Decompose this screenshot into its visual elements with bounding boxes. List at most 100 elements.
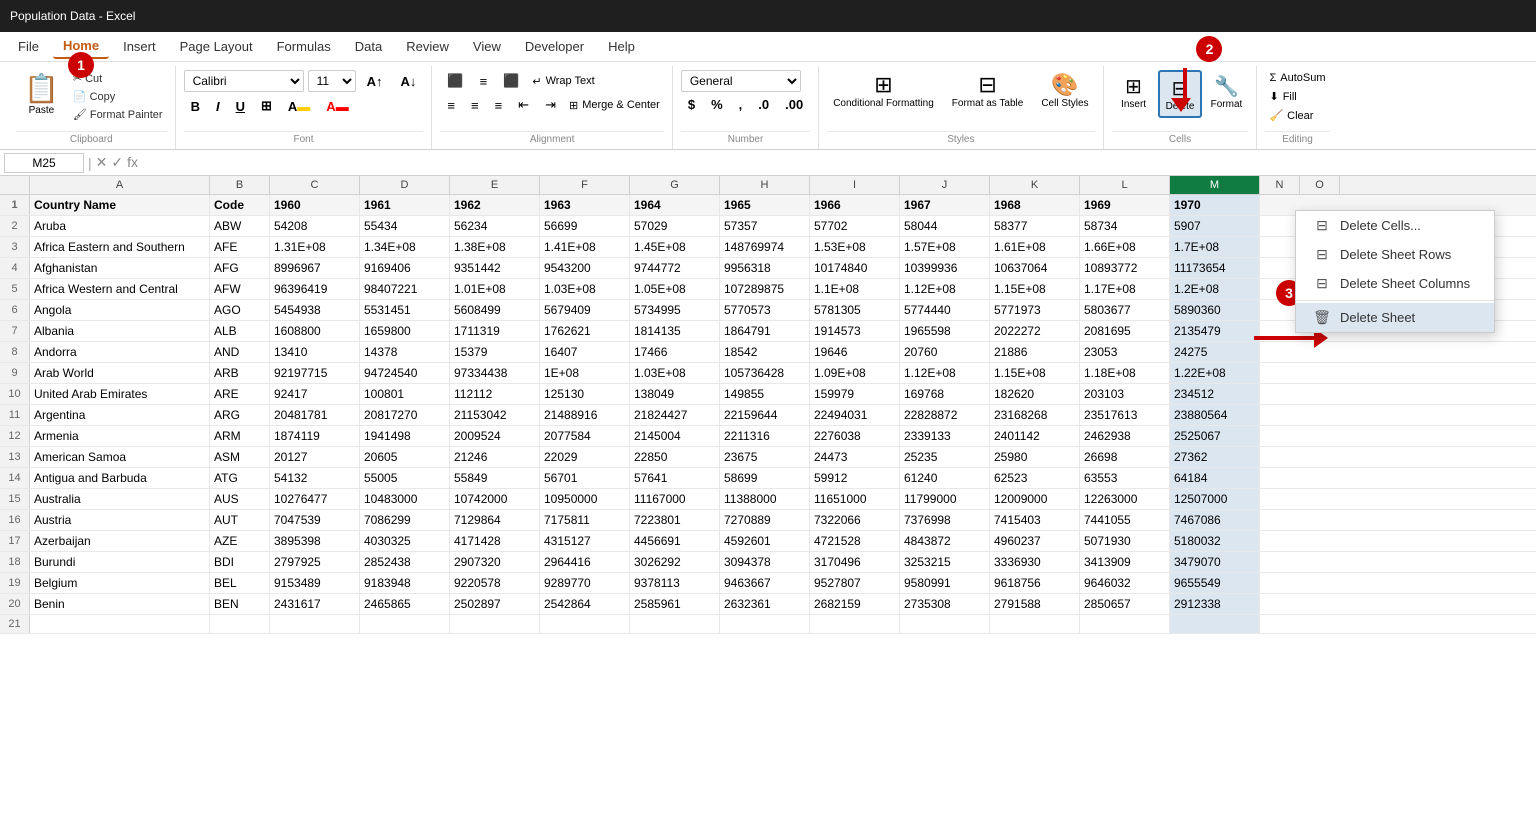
cell-r8-c12[interactable]: 24275 [1170, 342, 1260, 362]
font-color-button[interactable]: A▬ [319, 97, 355, 116]
cell-r7-c9[interactable]: 1965598 [900, 321, 990, 341]
cell-r8-c5[interactable]: 16407 [540, 342, 630, 362]
cell-r20-c8[interactable]: 2682159 [810, 594, 900, 614]
cell-r16-c6[interactable]: 7223801 [630, 510, 720, 530]
cell-r16-c0[interactable]: Austria [30, 510, 210, 530]
dropdown-item-delete-cells[interactable]: ⊟ Delete Cells... [1296, 211, 1494, 240]
header-cell-9[interactable]: 1967 [900, 195, 990, 215]
cell-r3-c7[interactable]: 148769974 [720, 237, 810, 257]
col-header-l[interactable]: L [1080, 176, 1170, 194]
cell-r19-c1[interactable]: BEL [210, 573, 270, 593]
header-cell-3[interactable]: 1961 [360, 195, 450, 215]
cell-r14-c11[interactable]: 63553 [1080, 468, 1170, 488]
cell-r13-c9[interactable]: 25235 [900, 447, 990, 467]
cell-r16-c4[interactable]: 7129864 [450, 510, 540, 530]
cell-r9-c6[interactable]: 1.03E+08 [630, 363, 720, 383]
format-as-table-button[interactable]: ⊟ Format as Table [946, 70, 1030, 111]
cell-r19-c6[interactable]: 9378113 [630, 573, 720, 593]
cell-r7-c4[interactable]: 1711319 [450, 321, 540, 341]
cell-r3-c9[interactable]: 1.57E+08 [900, 237, 990, 257]
header-cell-2[interactable]: 1960 [270, 195, 360, 215]
format-button[interactable]: 🔧 Format [1204, 70, 1248, 114]
menu-help[interactable]: Help [598, 35, 645, 58]
cell-r18-c9[interactable]: 3253215 [900, 552, 990, 572]
cell-r3-c0[interactable]: Africa Eastern and Southern [30, 237, 210, 257]
cell-r4-c9[interactable]: 10399936 [900, 258, 990, 278]
cell-r15-c12[interactable]: 12507000 [1170, 489, 1260, 509]
cell-r13-c3[interactable]: 20605 [360, 447, 450, 467]
col-header-o[interactable]: O [1300, 176, 1340, 194]
format-painter-button[interactable]: 🖌 Format Painter [69, 106, 167, 123]
cell-styles-button[interactable]: 🎨 Cell Styles [1035, 70, 1094, 111]
cell-r8-c7[interactable]: 18542 [720, 342, 810, 362]
cell-r19-c7[interactable]: 9463667 [720, 573, 810, 593]
cell-r15-c9[interactable]: 11799000 [900, 489, 990, 509]
cell-r2-c4[interactable]: 56234 [450, 216, 540, 236]
cell-r10-c5[interactable]: 125130 [540, 384, 630, 404]
cell-r12-c2[interactable]: 1874119 [270, 426, 360, 446]
cell-r19-c9[interactable]: 9580991 [900, 573, 990, 593]
cell-r10-c1[interactable]: ARE [210, 384, 270, 404]
menu-formulas[interactable]: Formulas [267, 35, 341, 58]
cell-r5-c10[interactable]: 1.15E+08 [990, 279, 1080, 299]
decrease-decimal-button[interactable]: .0 [751, 95, 776, 114]
cell-r4-c8[interactable]: 10174840 [810, 258, 900, 278]
cell-r15-c0[interactable]: Australia [30, 489, 210, 509]
menu-view[interactable]: View [463, 35, 511, 58]
cell-r15-c8[interactable]: 11651000 [810, 489, 900, 509]
cell-r11-c9[interactable]: 22828872 [900, 405, 990, 425]
cell-r2-c3[interactable]: 55434 [360, 216, 450, 236]
cell-r9-c5[interactable]: 1E+08 [540, 363, 630, 383]
cell-r13-c8[interactable]: 24473 [810, 447, 900, 467]
menu-data[interactable]: Data [345, 35, 392, 58]
cell-r21-c8[interactable] [810, 615, 900, 633]
cell-r5-c6[interactable]: 1.05E+08 [630, 279, 720, 299]
col-header-h[interactable]: H [720, 176, 810, 194]
cell-r2-c8[interactable]: 57702 [810, 216, 900, 236]
cell-r3-c5[interactable]: 1.41E+08 [540, 237, 630, 257]
cell-r9-c1[interactable]: ARB [210, 363, 270, 383]
cell-r4-c12[interactable]: 11173654 [1170, 258, 1260, 278]
cell-r3-c10[interactable]: 1.61E+08 [990, 237, 1080, 257]
cell-r7-c12[interactable]: 2135479 [1170, 321, 1260, 341]
cell-r6-c8[interactable]: 5781305 [810, 300, 900, 320]
cell-r8-c0[interactable]: Andorra [30, 342, 210, 362]
fill-button[interactable]: ⬇ Fill [1265, 88, 1300, 105]
cell-r9-c9[interactable]: 1.12E+08 [900, 363, 990, 383]
cell-r12-c8[interactable]: 2276038 [810, 426, 900, 446]
cell-r10-c6[interactable]: 138049 [630, 384, 720, 404]
col-header-a[interactable]: A [30, 176, 210, 194]
cell-r18-c7[interactable]: 3094378 [720, 552, 810, 572]
cell-r17-c6[interactable]: 4456691 [630, 531, 720, 551]
cell-r2-c1[interactable]: ABW [210, 216, 270, 236]
cell-r8-c11[interactable]: 23053 [1080, 342, 1170, 362]
col-header-f[interactable]: F [540, 176, 630, 194]
cell-r6-c1[interactable]: AGO [210, 300, 270, 320]
cell-r20-c6[interactable]: 2585961 [630, 594, 720, 614]
cell-r16-c9[interactable]: 7376998 [900, 510, 990, 530]
cell-r3-c8[interactable]: 1.53E+08 [810, 237, 900, 257]
cell-r5-c2[interactable]: 96396419 [270, 279, 360, 299]
cell-r17-c3[interactable]: 4030325 [360, 531, 450, 551]
cell-r17-c7[interactable]: 4592601 [720, 531, 810, 551]
cell-r21-c9[interactable] [900, 615, 990, 633]
cell-r14-c10[interactable]: 62523 [990, 468, 1080, 488]
cell-r5-c1[interactable]: AFW [210, 279, 270, 299]
cell-r6-c3[interactable]: 5531451 [360, 300, 450, 320]
col-header-b[interactable]: B [210, 176, 270, 194]
cell-r20-c2[interactable]: 2431617 [270, 594, 360, 614]
cell-r11-c7[interactable]: 22159644 [720, 405, 810, 425]
cell-r8-c1[interactable]: AND [210, 342, 270, 362]
align-center-button[interactable]: ≡ [464, 94, 486, 116]
cell-r18-c3[interactable]: 2852438 [360, 552, 450, 572]
paste-button[interactable]: 📋 Paste [16, 70, 67, 118]
cell-r7-c3[interactable]: 1659800 [360, 321, 450, 341]
cell-r19-c5[interactable]: 9289770 [540, 573, 630, 593]
cell-r11-c11[interactable]: 23517613 [1080, 405, 1170, 425]
increase-decimal-button[interactable]: .00 [778, 95, 810, 114]
cell-r9-c8[interactable]: 1.09E+08 [810, 363, 900, 383]
cell-r10-c11[interactable]: 203103 [1080, 384, 1170, 404]
cell-r13-c11[interactable]: 26698 [1080, 447, 1170, 467]
cell-r17-c5[interactable]: 4315127 [540, 531, 630, 551]
cell-r18-c10[interactable]: 3336930 [990, 552, 1080, 572]
